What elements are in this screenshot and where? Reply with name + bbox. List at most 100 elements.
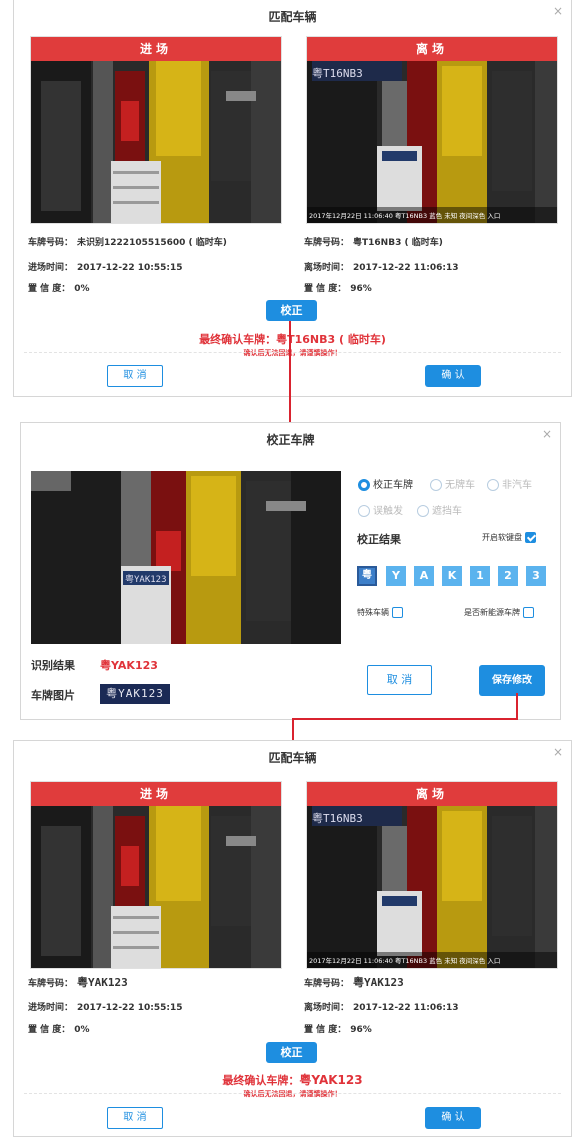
exit-photo-plate: 粤T16NB3	[312, 67, 363, 80]
correction-photo-plate: 粤YAK123	[125, 575, 167, 585]
special-vehicle-toggle[interactable]: 特殊车辆	[357, 607, 403, 618]
exit-time-value: 2017-12-22 11:06:13	[353, 1003, 459, 1013]
radio-dot	[430, 479, 442, 491]
plate-char-row: 粤 Y A K 1 2 3	[357, 566, 547, 586]
confirm-button[interactable]: 确 认	[425, 365, 481, 387]
special-vehicle-label: 特殊车辆	[357, 608, 389, 617]
entry-panel: 进场	[30, 36, 282, 224]
correct-button[interactable]: 校正	[266, 1042, 317, 1063]
dialog-title: 匹配车辆	[268, 751, 317, 765]
exit-plate-info: 车牌号码： 粤T16NB3 ( 临时车)	[304, 235, 443, 248]
radio-dot	[358, 479, 370, 491]
entry-header: 进场	[31, 782, 281, 806]
flow-connector-2c	[292, 718, 294, 740]
soft-keyboard-checkbox[interactable]	[524, 532, 536, 543]
new-energy-label: 是否新能源车牌	[464, 608, 520, 617]
confidence-label: 置 信 度：	[28, 1025, 71, 1035]
plate-char[interactable]: 1	[470, 566, 490, 586]
close-icon[interactable]: ×	[553, 745, 563, 759]
radio-label: 误触发	[373, 506, 403, 517]
exit-photo: 粤T16NB3 2017年12月22日 11:06:40 粤T16NB3 蓝色 …	[307, 61, 557, 223]
confidence-label: 置 信 度：	[28, 284, 71, 294]
final-label: 最终确认车牌：	[222, 1074, 300, 1087]
plate-char[interactable]: 2	[498, 566, 518, 586]
radio-label: 非汽车	[502, 480, 532, 491]
cancel-button[interactable]: 取 消	[367, 665, 432, 695]
plate-label: 车牌号码：	[304, 238, 350, 248]
radio-non-car[interactable]: 非汽车	[487, 476, 532, 491]
confidence-label: 置 信 度：	[304, 1025, 347, 1035]
warning-text: 确认后无法回退，请谨慎操作！	[243, 349, 342, 357]
radio-blocked-car[interactable]: 遮挡车	[417, 502, 462, 517]
flow-connector-2	[516, 693, 518, 719]
confidence-label: 置 信 度：	[304, 284, 347, 294]
radio-dot	[358, 505, 370, 517]
entry-confidence-info: 置 信 度： 0%	[28, 1022, 90, 1035]
entry-plate-value: 未识别1222105515600 ( 临时车)	[77, 238, 227, 248]
flow-connector-1	[289, 321, 291, 422]
plate-image-text: 粤YAK123	[106, 687, 164, 700]
radio-dot	[417, 505, 429, 517]
special-vehicle-checkbox[interactable]	[391, 607, 403, 618]
entry-confidence-info: 置 信 度： 0%	[28, 281, 90, 294]
exit-plate-value: 粤YAK123	[353, 976, 404, 989]
plate-char[interactable]: A	[414, 566, 434, 586]
exit-confidence-info: 置 信 度： 96%	[304, 1022, 372, 1035]
dialog-title: 匹配车辆	[268, 10, 317, 24]
time-label: 进场时间：	[28, 263, 74, 273]
entry-time-info: 进场时间： 2017-12-22 10:55:15	[28, 1000, 183, 1013]
confirm-button[interactable]: 确 认	[425, 1107, 481, 1129]
exit-time-value: 2017-12-22 11:06:13	[353, 263, 459, 273]
close-icon[interactable]: ×	[553, 4, 563, 18]
entry-confidence-value: 0%	[74, 1025, 90, 1035]
plate-char-province[interactable]: 粤	[357, 566, 377, 586]
close-icon[interactable]: ×	[542, 427, 552, 441]
radio-label: 遮挡车	[432, 506, 462, 517]
recognition-result-label: 识别结果	[31, 659, 75, 672]
time-label: 离场时间：	[304, 1003, 350, 1013]
entry-plate-info: 车牌号码： 粤YAK123	[28, 974, 128, 990]
radio-no-plate[interactable]: 无牌车	[430, 476, 475, 491]
exit-header: 离场	[307, 782, 557, 806]
entry-confidence-value: 0%	[74, 284, 90, 294]
plate-char[interactable]: Y	[386, 566, 406, 586]
soft-keyboard-toggle[interactable]: 开启软键盘	[482, 532, 536, 543]
entry-photo	[31, 806, 281, 968]
new-energy-checkbox[interactable]	[522, 607, 534, 618]
plate-char[interactable]: K	[442, 566, 462, 586]
final-plate: 最终确认车牌：粤T16NB3 ( 临时车)	[14, 331, 571, 347]
entry-time-value: 2017-12-22 10:55:15	[77, 1003, 183, 1013]
dialog-title: 校正车牌	[266, 433, 315, 447]
time-label: 离场时间：	[304, 263, 350, 273]
exit-photo-overlay: 2017年12月22日 11:06:40 粤T16NB3 蓝色 未知 夜间深色 …	[309, 212, 501, 220]
plate-image-label: 车牌图片	[31, 689, 75, 702]
soft-keyboard-label: 开启软键盘	[482, 533, 522, 542]
warning-text: 确认后无法回退，请谨慎操作！	[243, 1090, 342, 1098]
correction-photo: 粤YAK123	[31, 471, 341, 644]
exit-photo-overlay: 2017年12月22日 11:06:40 粤T16NB3 蓝色 未知 夜间深色 …	[309, 957, 501, 965]
exit-time-info: 离场时间： 2017-12-22 11:06:13	[304, 260, 459, 273]
exit-photo: 粤T16NB3 2017年12月22日 11:06:40 粤T16NB3 蓝色 …	[307, 806, 557, 968]
correct-button[interactable]: 校正	[266, 300, 317, 321]
radio-correct-plate[interactable]: 校正车牌	[358, 476, 413, 491]
new-energy-toggle[interactable]: 是否新能源车牌	[464, 607, 534, 618]
entry-time-info: 进场时间： 2017-12-22 10:55:15	[28, 260, 183, 273]
save-changes-button[interactable]: 保存修改	[479, 665, 545, 696]
cancel-button[interactable]: 取 消	[107, 1107, 163, 1129]
cancel-button[interactable]: 取 消	[107, 365, 163, 387]
exit-panel: 离场 粤T16NB3 2017年12月22日 11:06:40 粤T16NB3 …	[306, 781, 558, 969]
exit-plate-value: 粤T16NB3 ( 临时车)	[353, 238, 443, 248]
plate-char[interactable]: 3	[526, 566, 546, 586]
plate-label: 车牌号码：	[28, 979, 74, 989]
correction-result-label: 校正结果	[357, 533, 401, 546]
divider	[24, 1093, 561, 1094]
radio-label: 校正车牌	[373, 480, 413, 491]
match-vehicle-dialog-2: 匹配车辆 × 进场 离场 粤T16NB3 2017年12月22日 11:06:4…	[13, 740, 572, 1137]
radio-dot	[487, 479, 499, 491]
exit-confidence-value: 96%	[350, 284, 372, 294]
exit-panel: 离场 粤T16NB3 2017年12月22日 11:06:40 粤T16NB3 …	[306, 36, 558, 224]
flow-connector-2b	[292, 718, 518, 720]
entry-photo	[31, 61, 281, 223]
exit-photo-plate: 粤T16NB3	[312, 812, 363, 825]
radio-false-trigger[interactable]: 误触发	[358, 502, 403, 517]
